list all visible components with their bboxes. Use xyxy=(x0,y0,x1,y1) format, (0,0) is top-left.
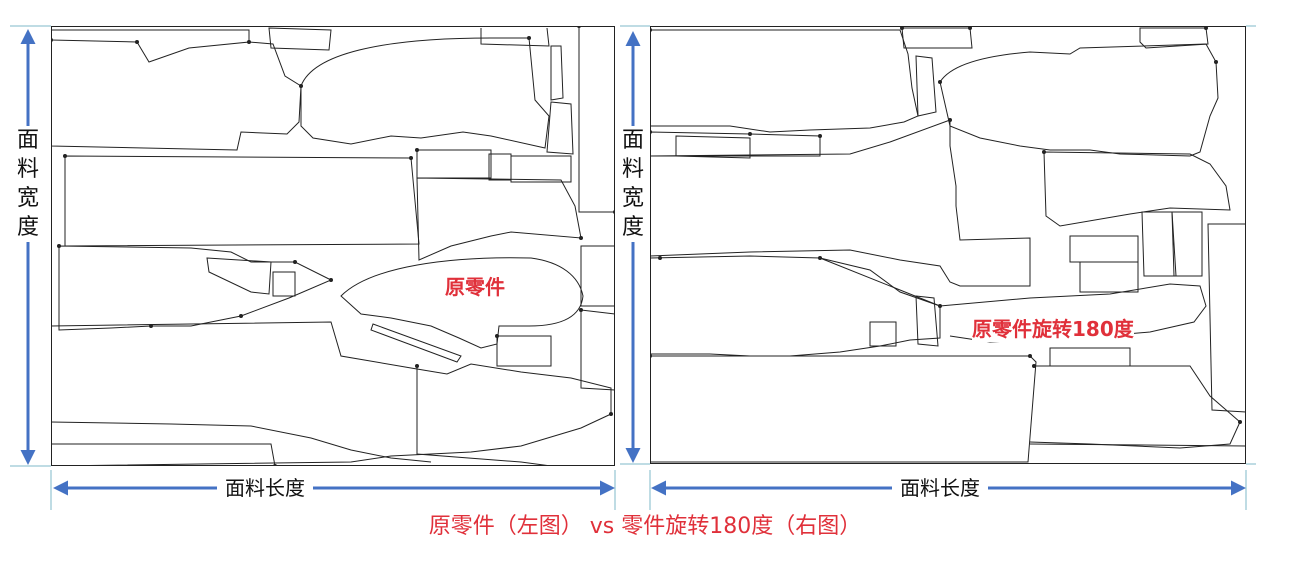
left-width-label: 面料宽度 xyxy=(16,126,40,242)
left-annotation: 原零件 xyxy=(445,271,505,300)
left-length-label: 面料长度 xyxy=(217,476,313,500)
figure-caption: 原零件（左图） vs 零件旋转180度（右图） xyxy=(428,514,862,539)
right-annotation: 原零件旋转180度 xyxy=(972,313,1134,342)
right-width-label: 面料宽度 xyxy=(621,126,645,242)
right-length-label: 面料长度 xyxy=(892,476,988,500)
dimension-arrows xyxy=(10,25,1256,510)
